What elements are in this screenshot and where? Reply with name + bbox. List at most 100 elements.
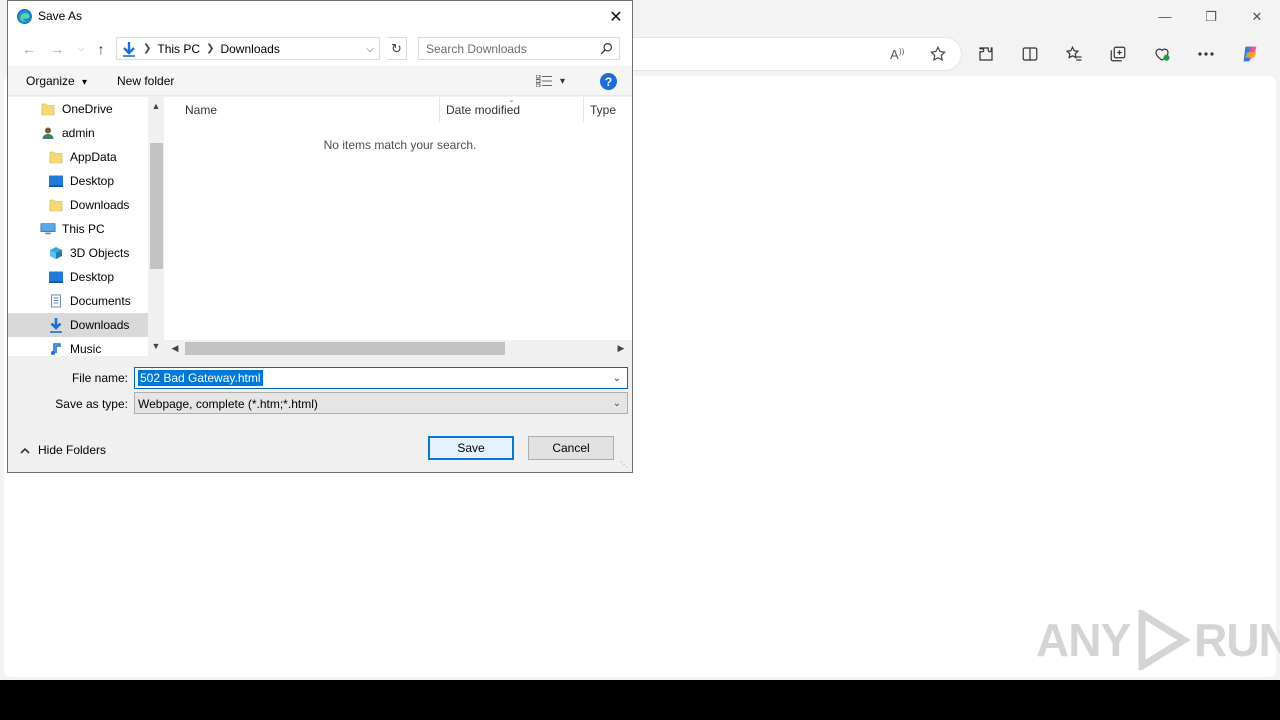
help-icon[interactable]: ? <box>600 73 617 90</box>
tree-item-label: This PC <box>62 222 105 236</box>
new-folder-button[interactable]: New folder <box>117 74 174 88</box>
scrollbar-thumb[interactable] <box>150 143 163 269</box>
more-icon[interactable] <box>1184 38 1228 70</box>
breadcrumb-dropdown-icon[interactable]: ⌵ <box>363 41 377 57</box>
save-as-type-value: Webpage, complete (*.htm;*.html) <box>138 397 318 411</box>
tree-item[interactable]: Documents <box>8 289 148 313</box>
watermark-text-left: ANY <box>1036 614 1131 666</box>
chevron-up-icon <box>20 447 30 454</box>
split-screen-icon[interactable] <box>1008 38 1052 70</box>
favorites-icon[interactable] <box>1052 38 1096 70</box>
file-name-dropdown-icon[interactable]: ⌄ <box>610 371 624 385</box>
restore-button[interactable]: ❐ <box>1188 0 1234 33</box>
tree-item-label: Desktop <box>70 270 115 284</box>
window-controls: — ❐ ✕ <box>1142 0 1280 33</box>
downloads-location-icon <box>123 41 135 57</box>
details-view-icon <box>536 75 552 87</box>
edge-logo-icon <box>17 9 32 24</box>
scroll-right-icon[interactable]: ▶ <box>616 343 626 353</box>
watermark-text-right: RUN <box>1194 614 1280 666</box>
copilot-icon[interactable] <box>1228 38 1272 70</box>
breadcrumb-this-pc[interactable]: This PC <box>157 42 200 56</box>
tree-item[interactable]: OneDrive <box>8 97 148 121</box>
organize-button[interactable]: Organize ▾ <box>26 74 87 88</box>
save-as-type-dropdown-icon[interactable]: ⌄ <box>610 396 624 410</box>
collections-icon[interactable] <box>1096 38 1140 70</box>
breadcrumb-downloads[interactable]: Downloads <box>220 42 279 56</box>
scroll-down-icon[interactable]: ▼ <box>151 341 161 351</box>
tree-item-label: AppData <box>70 150 117 164</box>
address-bar[interactable] <box>620 37 962 71</box>
search-input[interactable] <box>419 38 589 59</box>
change-view-button[interactable]: ▾ <box>536 74 576 88</box>
dialog-close-button[interactable]: ✕ <box>600 1 632 32</box>
tree-item[interactable]: admin <box>8 121 148 145</box>
forward-arrow-icon[interactable]: → <box>48 41 66 57</box>
hide-folders-button[interactable]: Hide Folders <box>20 443 106 457</box>
hide-folders-label: Hide Folders <box>38 443 107 457</box>
navigation-pane-scrollbar[interactable]: ▲ ▼ <box>148 97 164 356</box>
dialog-title: Save As <box>38 9 83 23</box>
svg-text:A: A <box>890 47 899 62</box>
save-as-dialog: Save As ✕ ← → ⌵ ↑ ❯ This PC ❯ Downloads … <box>7 0 633 473</box>
save-as-type-select[interactable]: Webpage, complete (*.htm;*.html) ⌄ <box>134 392 628 414</box>
close-window-button[interactable]: ✕ <box>1234 0 1280 33</box>
back-arrow-icon[interactable]: ← <box>20 41 38 57</box>
tree-item[interactable]: Music <box>8 337 148 356</box>
folder-icon <box>48 197 64 213</box>
tree-item-label: OneDrive <box>62 102 113 116</box>
file-name-field[interactable]: 502 Bad Gateway.html ⌄ <box>134 367 628 389</box>
tree-item[interactable]: 3D Objects <box>8 241 148 265</box>
music-icon <box>48 341 64 356</box>
navigation-pane: OneDrive admin AppData Desktop Downloads This… <box>8 97 148 356</box>
file-name-label: File name: <box>71 371 128 385</box>
up-arrow-icon[interactable]: ↑ <box>92 41 110 57</box>
empty-folder-message: No items match your search. <box>323 138 477 152</box>
column-divider[interactable] <box>583 97 584 123</box>
tree-item-label: Downloads <box>70 198 130 212</box>
tree-item-label: Music <box>70 342 102 356</box>
file-list-horizontal-scrollbar[interactable]: ◀ ▶ <box>164 340 632 356</box>
taskbar <box>0 680 1280 720</box>
3d-objects-icon <box>48 245 64 261</box>
cancel-button[interactable]: Cancel <box>528 436 614 460</box>
tree-item[interactable]: Downloads <box>8 193 148 217</box>
search-box <box>418 37 620 60</box>
tree-item-label: Downloads <box>70 318 130 332</box>
navigation-bar: ← → ⌵ ↑ ❯ This PC ❯ Downloads ⌵ ↻ <box>8 32 632 66</box>
resize-grip-icon[interactable]: ⋱ <box>620 460 630 470</box>
horizontal-scrollbar-thumb[interactable] <box>185 342 505 355</box>
search-icon[interactable] <box>600 42 613 55</box>
breadcrumb[interactable]: ❯ This PC ❯ Downloads ⌵ <box>116 37 380 60</box>
tree-item-label: Documents <box>70 294 131 308</box>
column-header-type[interactable]: Type <box>590 97 616 123</box>
column-header-name[interactable]: Name <box>185 97 217 123</box>
tree-item[interactable]: AppData <box>8 145 148 169</box>
tree-item[interactable]: This PC <box>8 217 148 241</box>
favorite-star-icon[interactable] <box>927 44 949 64</box>
play-logo-icon <box>1138 610 1191 670</box>
desktop-icon <box>48 173 64 189</box>
extensions-icon[interactable] <box>964 38 1008 70</box>
recent-locations-chevron-icon[interactable]: ⌵ <box>72 41 90 57</box>
download-arrow-icon <box>48 317 64 333</box>
save-button[interactable]: Save <box>428 436 514 460</box>
file-name-value[interactable]: 502 Bad Gateway.html <box>138 370 263 386</box>
scroll-left-icon[interactable]: ◀ <box>170 343 180 353</box>
computer-icon <box>40 221 56 237</box>
refresh-icon[interactable]: ↻ <box>387 37 407 60</box>
minimize-button[interactable]: — <box>1142 0 1188 33</box>
column-divider[interactable] <box>439 97 440 123</box>
tree-item[interactable]: Desktop <box>8 169 148 193</box>
tree-item[interactable]: Desktop <box>8 265 148 289</box>
tree-item-label: 3D Objects <box>70 246 130 260</box>
organize-label: Organize <box>26 74 75 88</box>
dialog-title-bar: Save As ✕ <box>8 1 632 32</box>
read-aloud-icon[interactable]: A)) <box>887 44 909 64</box>
tree-item[interactable]: Downloads <box>8 313 148 337</box>
browser-essentials-icon[interactable] <box>1140 38 1184 70</box>
file-list-pane: Name Date modified ⌄ Type No items match… <box>164 95 632 356</box>
browser-toolbar-icons <box>964 38 1272 70</box>
scroll-up-icon[interactable]: ▲ <box>151 101 161 111</box>
organize-dropdown-icon: ▾ <box>82 77 88 88</box>
